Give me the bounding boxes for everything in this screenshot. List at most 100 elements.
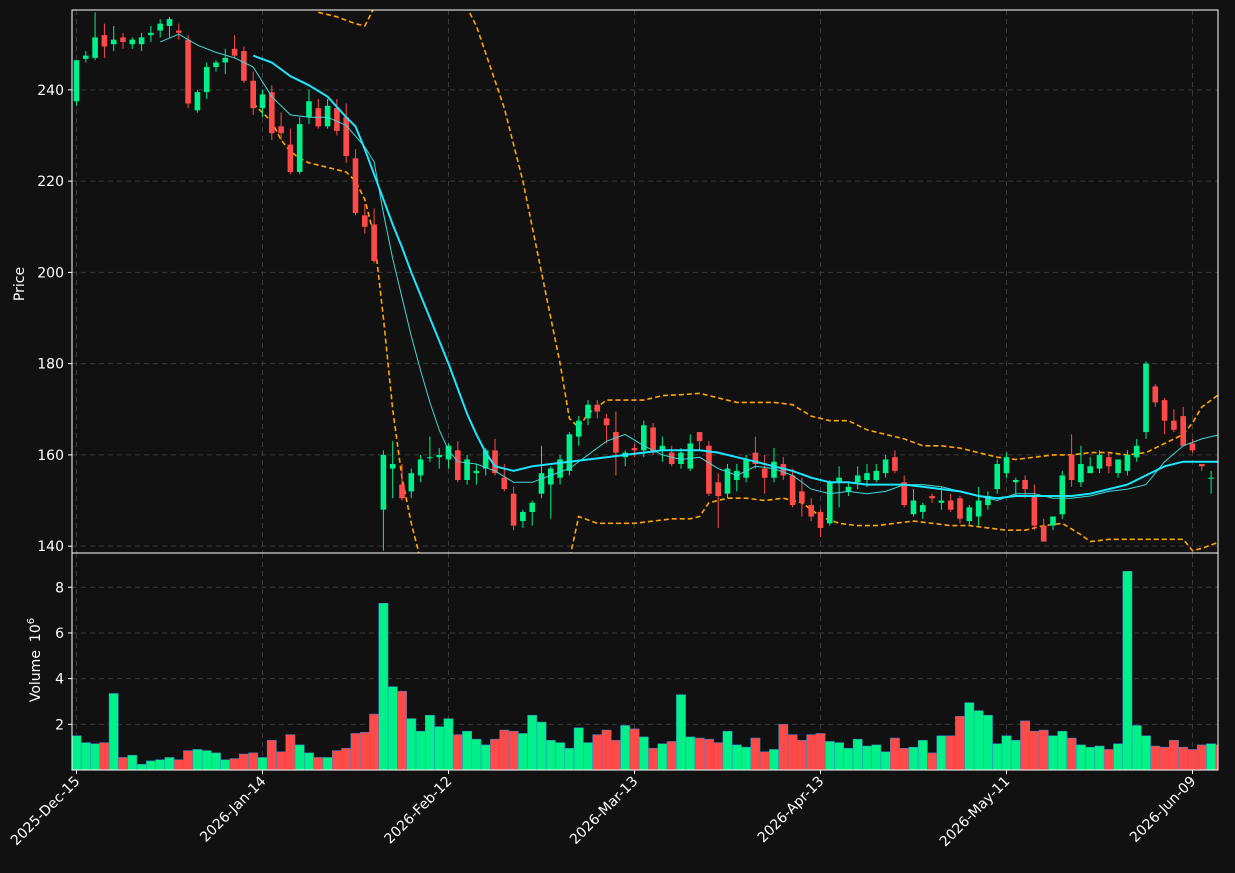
candle-body xyxy=(585,404,591,419)
volume-bar xyxy=(434,726,445,770)
candle-body xyxy=(1161,400,1168,421)
candle-body xyxy=(389,464,396,469)
candle-body xyxy=(380,454,387,510)
candle-body xyxy=(975,500,982,517)
volume-bar xyxy=(397,690,407,770)
candle xyxy=(296,117,303,175)
volume-bar xyxy=(211,752,221,770)
candle-body xyxy=(1003,457,1010,474)
volume-bar xyxy=(1094,745,1105,770)
candle-body xyxy=(334,108,340,131)
candle-body xyxy=(892,457,898,471)
candle-body xyxy=(417,459,424,476)
volume-bar xyxy=(564,748,575,770)
volume-bar xyxy=(1122,571,1133,770)
price-tick-label: 160 xyxy=(37,448,64,464)
volume-bar xyxy=(508,730,519,770)
candle-body xyxy=(455,450,461,480)
volume-bar xyxy=(1141,735,1151,770)
volume-bar xyxy=(629,728,640,770)
volume-bar xyxy=(452,734,463,770)
candle-body xyxy=(789,475,796,506)
volume-bar xyxy=(1038,729,1049,770)
volume-bar xyxy=(276,751,287,770)
volume-bar xyxy=(955,716,965,770)
candle-body xyxy=(436,454,442,458)
volume-bar xyxy=(220,759,231,770)
candle-body xyxy=(817,511,824,528)
volume-bar xyxy=(797,740,807,770)
candle xyxy=(241,46,247,84)
candle-body xyxy=(743,459,749,478)
volume-bar xyxy=(750,737,761,770)
price-tick-label: 180 xyxy=(37,357,64,373)
candle-body xyxy=(678,452,684,465)
candle-body xyxy=(324,105,331,127)
volume-bar xyxy=(815,733,826,770)
candle-body xyxy=(575,420,582,437)
volume-bar xyxy=(666,741,677,770)
volume-bar xyxy=(387,686,398,770)
volume-bar xyxy=(248,752,259,770)
volume-bar xyxy=(471,738,482,770)
candle-body xyxy=(920,505,926,512)
volume-bar xyxy=(545,740,556,770)
volume-bar xyxy=(862,745,872,770)
volume-bar xyxy=(1076,744,1086,770)
candle-body xyxy=(278,126,284,134)
volume-bar xyxy=(127,754,138,770)
candle-body xyxy=(594,404,601,412)
candle-body xyxy=(538,473,545,494)
volume-bar xyxy=(527,714,538,770)
volume-bar xyxy=(852,738,863,770)
volume-bar xyxy=(555,742,566,770)
candle-body xyxy=(129,39,136,45)
candle-body xyxy=(1199,464,1205,467)
candle-body xyxy=(101,35,108,47)
volume-tick-label: 8 xyxy=(55,580,64,596)
volume-tick-label: 2 xyxy=(55,717,64,733)
candle-body xyxy=(808,505,814,517)
volume-bar xyxy=(722,730,733,770)
volume-bar xyxy=(685,736,696,770)
volume-bar xyxy=(657,743,668,770)
candle-body xyxy=(668,452,675,465)
candle-body xyxy=(966,507,973,522)
volume-bar xyxy=(1020,720,1031,770)
volume-bar xyxy=(741,746,752,770)
candle-body xyxy=(203,67,210,93)
volume-bar xyxy=(462,730,473,770)
volume-bar xyxy=(1206,743,1216,770)
candle-body xyxy=(362,215,368,227)
volume-bar xyxy=(518,733,528,770)
candle-body xyxy=(938,500,945,503)
volume-bar xyxy=(936,735,947,770)
candle-body xyxy=(408,473,415,492)
candle-body xyxy=(566,434,573,471)
candle-body xyxy=(1059,475,1066,515)
volume-bar xyxy=(778,724,789,770)
candle-body xyxy=(427,457,433,459)
volume-bar xyxy=(731,744,742,770)
volume-bar xyxy=(350,733,361,770)
candle-body xyxy=(910,500,917,515)
candle-body xyxy=(1189,443,1196,451)
volume-bar xyxy=(239,753,249,770)
candle xyxy=(194,89,201,113)
volume-bar xyxy=(285,734,296,770)
volume-bar xyxy=(1010,740,1021,770)
candle-body xyxy=(1050,516,1056,526)
volume-bar xyxy=(332,750,342,770)
volume-bar xyxy=(173,759,184,770)
candle xyxy=(706,441,712,496)
volume-bar xyxy=(927,752,938,770)
volume-bar xyxy=(769,749,779,770)
candle-body xyxy=(259,94,266,109)
candle-body xyxy=(148,32,154,36)
volume-bar xyxy=(257,757,268,770)
volume-bar xyxy=(294,744,305,770)
volume-axis-word: Volume xyxy=(28,650,44,702)
candle-body xyxy=(1022,479,1028,490)
candle-body xyxy=(473,470,480,474)
volume-bar xyxy=(322,757,333,770)
